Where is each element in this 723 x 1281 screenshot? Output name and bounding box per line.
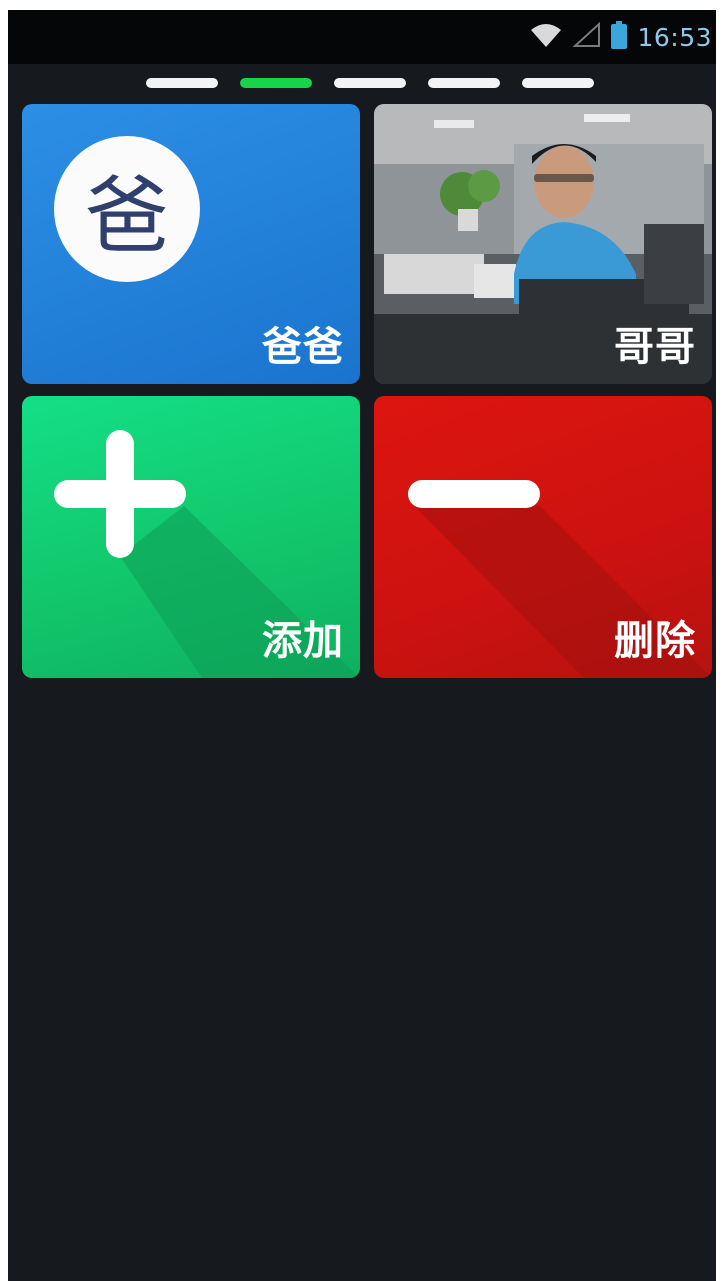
contact-tile-brother[interactable]: 哥哥 [374,104,712,384]
page-dot-2-active[interactable] [240,78,312,88]
delete-contact-button[interactable]: 删除 [374,396,712,678]
tile-label-add: 添加 [262,618,344,664]
home-screen: 16:53 爸 爸爸 哥哥 添加 删除 [8,10,716,1281]
status-icons: 16:53 [529,10,712,64]
page-dot-4[interactable] [428,78,500,88]
page-indicator[interactable] [8,72,716,94]
tile-label-delete: 删除 [614,618,696,664]
status-bar: 16:53 [8,10,716,64]
wifi-icon [529,22,563,52]
avatar-char: 爸 [84,166,169,265]
status-time: 16:53 [637,22,712,52]
page-dot-1[interactable] [146,78,218,88]
avatar-icon: 爸 [54,136,200,282]
battery-icon [611,21,628,53]
signal-icon [572,21,601,52]
tile-label-dad: 爸爸 [262,324,344,370]
add-contact-button[interactable]: 添加 [22,396,360,678]
page-dot-3[interactable] [334,78,406,88]
page-dot-5[interactable] [522,78,594,88]
contact-tile-dad[interactable]: 爸 爸爸 [22,104,360,384]
tile-label-brother: 哥哥 [614,324,696,370]
